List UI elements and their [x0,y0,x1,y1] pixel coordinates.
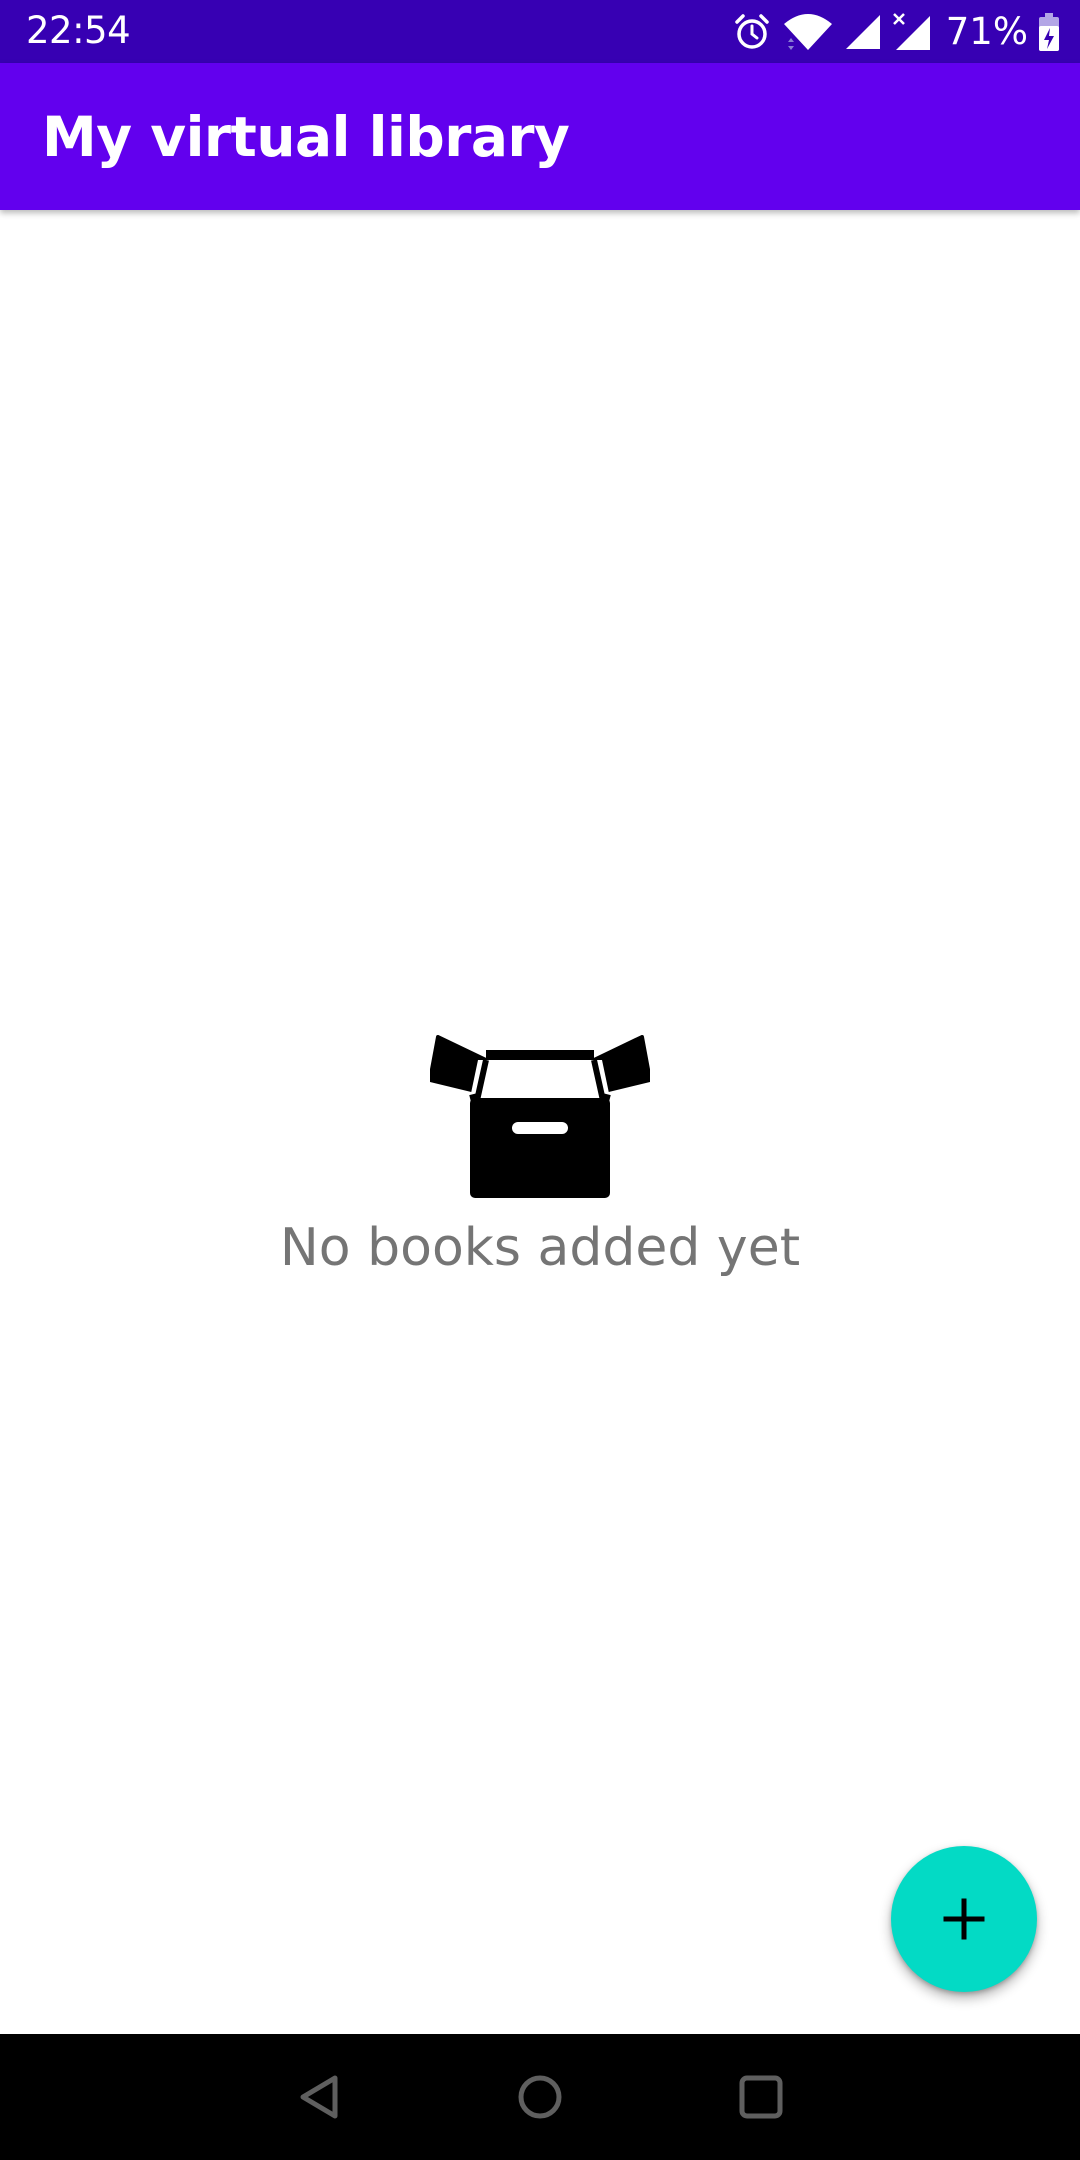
wifi-icon [782,12,834,52]
empty-state: No books added yet [0,1030,1080,1280]
battery-percent: 71% [945,10,1028,53]
navigation-bar [0,2034,1080,2160]
status-bar: 22:54 71% [0,0,1080,63]
status-time: 22:54 [26,9,131,52]
signal-icon [844,13,882,51]
plus-icon [943,1898,985,1940]
alarm-icon [732,12,772,52]
add-book-button[interactable] [891,1846,1037,1992]
app-bar: My virtual library [0,63,1080,210]
signal-no-data-icon [892,12,932,52]
home-icon [518,2075,562,2119]
back-button[interactable] [285,2062,355,2132]
home-button[interactable] [505,2062,575,2132]
battery-charging-icon [1038,12,1060,52]
status-icons: 71% [732,10,1060,54]
open-box-icon [430,1035,650,1198]
back-icon [300,2075,338,2119]
recents-button[interactable] [726,2062,796,2132]
screen: 22:54 71% My virtual library No books ad… [0,0,1080,2160]
app-title: My virtual library [42,105,570,169]
recents-icon [739,2075,783,2119]
empty-message: No books added yet [279,1218,801,1278]
